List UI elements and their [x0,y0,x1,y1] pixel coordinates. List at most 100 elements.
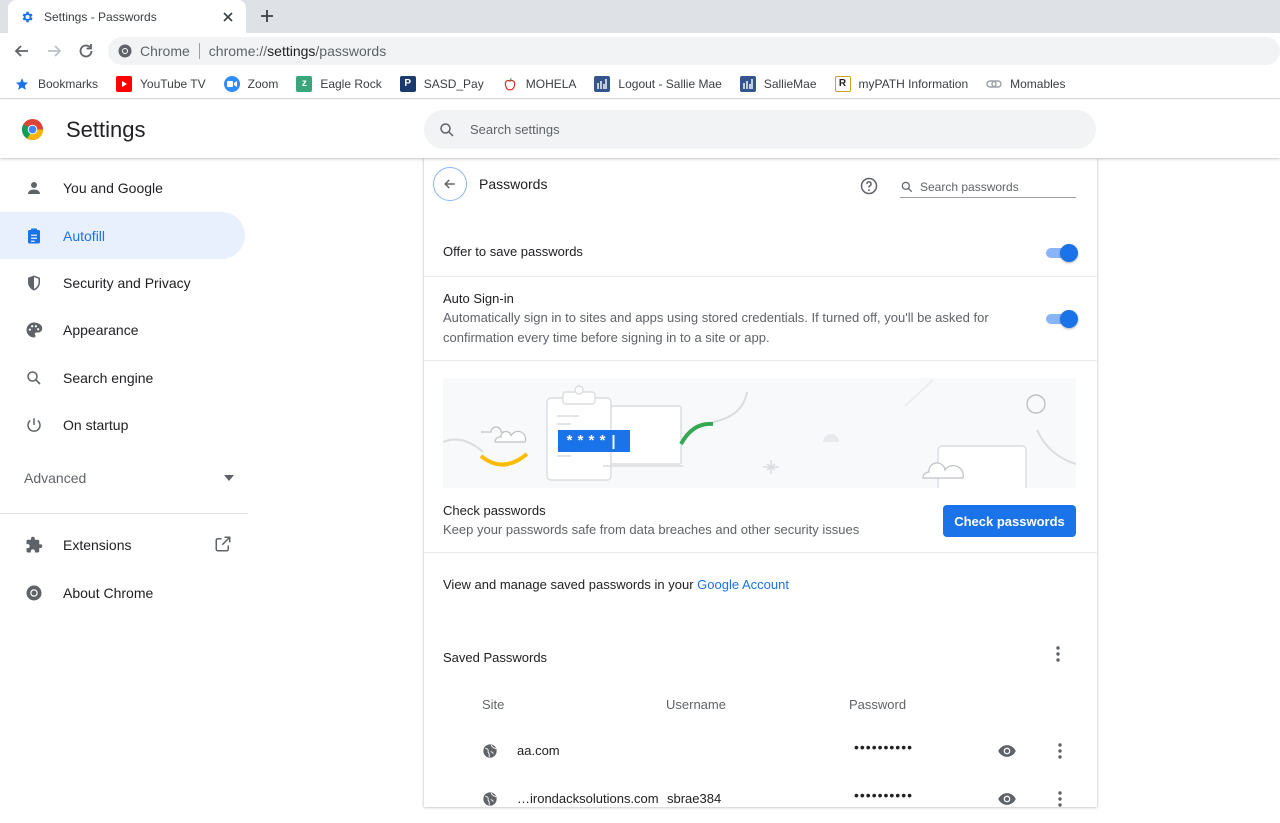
table-row: aa.com •••••••••• [424,727,1097,775]
sidebar-item-label: Extensions [63,536,132,553]
back-arrow-icon [444,179,455,189]
auto-signin-toggle[interactable] [1046,310,1078,328]
help-icon[interactable] [859,176,879,196]
check-passwords-illustration: ****| [443,378,1076,488]
search-settings-input[interactable] [470,122,970,137]
sidebar-item-security-and-privacy[interactable]: Security and Privacy [0,259,245,306]
bookmark-label: MOHELA [525,76,577,91]
eye-icon[interactable] [997,741,1017,761]
bookmark-item[interactable]: P SASD_Pay [399,75,484,92]
check-passwords-description: Keep your passwords safe from data breac… [443,522,860,537]
back-arrow-icon[interactable] [12,41,32,61]
bookmark-label: SallieMae [763,76,817,91]
apple-icon [502,76,518,92]
bookmark-label: SASD_Pay [423,76,484,91]
bookmark-label: Logout - Sallie Mae [618,76,722,91]
bookmark-item[interactable]: YouTube TV [116,75,206,92]
omnibox-host: Chrome [140,43,190,59]
power-icon [24,415,44,435]
globe-icon [483,744,497,758]
divider [424,360,1097,361]
google-account-link[interactable]: Google Account [697,577,789,592]
bookmark-label: Momables [1010,76,1066,91]
bookmark-item[interactable]: Logout - Sallie Mae [594,75,722,92]
sidebar-item-you-and-google[interactable]: You and Google [0,164,245,211]
sidebar-divider [0,513,248,514]
password-cell: •••••••••• [854,787,914,803]
search-passwords-box[interactable] [900,176,1076,198]
salliemae-icon [594,75,611,92]
more-vert-icon[interactable] [1048,644,1068,664]
sidebar-item-about-chrome[interactable]: About Chrome [0,569,245,616]
forward-arrow-icon[interactable] [44,41,64,61]
bookmark-label: Zoom [247,76,279,91]
sidebar-item-label: Appearance [63,321,139,338]
illustration-art: ****| [443,379,1076,488]
search-icon [440,122,454,137]
reload-icon[interactable] [76,41,96,61]
table-row: …irondacksolutions.com sbrae384 •••••••••• [424,775,1097,823]
bookmark-item[interactable]: Bookmarks [14,76,98,92]
settings-header: Settings [0,100,1280,158]
page-title: Settings [66,117,146,142]
saved-passwords-title: Saved Passwords [443,650,548,665]
section-title: Passwords [479,176,548,192]
globe-icon [483,792,497,806]
check-passwords-button[interactable]: Check passwords [943,505,1076,537]
close-icon[interactable] [220,9,236,25]
chrome-logo-icon [21,118,44,141]
banner-masked-text: ****| [565,434,620,451]
sidebar-item-label: About Chrome [63,584,154,601]
bookmark-item[interactable]: Zoom [223,75,279,92]
eye-icon[interactable] [997,789,1017,809]
more-vert-icon[interactable] [1050,741,1070,761]
check-passwords-title: Check passwords [443,503,546,518]
bookmark-item[interactable]: SallieMae [739,75,817,92]
site-cell[interactable]: …irondacksolutions.com [517,791,659,806]
sidebar-item-extensions[interactable]: Extensions [0,521,245,568]
divider [424,276,1097,277]
chrome-icon [24,583,44,603]
youtube-icon [116,75,133,92]
site-cell[interactable]: aa.com [517,743,560,758]
sidebar-item-label: Search engine [63,369,154,386]
shield-icon [24,273,44,293]
more-vert-icon[interactable] [1050,789,1070,809]
address-bar[interactable]: Chrome chrome://settings/passwords [108,37,1280,65]
salliemae-icon [739,75,756,92]
sidebar-item-appearance[interactable]: Appearance [0,306,245,353]
sidebar-item-label: Autofill [63,227,106,244]
column-header-username: Username [666,697,726,712]
search-icon [24,368,44,388]
chrome-icon [118,44,132,58]
advanced-label: Advanced [24,470,87,486]
offer-save-toggle[interactable] [1046,244,1078,262]
sidebar-item-search-engine[interactable]: Search engine [0,354,245,401]
tab-strip: Settings - Passwords [0,0,1280,33]
p-icon: P [399,75,416,92]
sidebar-advanced-toggle[interactable]: Advanced [24,470,234,486]
search-settings-box[interactable] [424,110,1096,149]
offer-save-label: Offer to save passwords [443,244,583,259]
bookmark-item[interactable]: RmyPATH Information [834,75,969,92]
bookmark-item[interactable]: z Eagle Rock [296,75,382,92]
column-header-site: Site [482,697,505,712]
tab-settings-passwords[interactable]: Settings - Passwords [8,0,246,33]
auto-signin-label: Auto Sign-in [443,291,514,306]
r-icon: R [834,75,851,92]
sidebar-item-on-startup[interactable]: On startup [0,401,245,448]
search-passwords-input[interactable] [920,179,1070,194]
sidebar-item-autofill[interactable]: Autofill [0,212,245,259]
bookmark-label: myPATH Information [858,76,969,91]
new-tab-icon[interactable] [257,6,277,26]
back-button[interactable] [433,167,467,201]
palette-icon [24,320,44,340]
bookmark-item[interactable]: Momables [986,76,1065,92]
sidebar-item-label: Security and Privacy [63,274,191,291]
toolbar: Chrome chrome://settings/passwords [0,33,1280,69]
bookmark-item[interactable]: MOHELA [502,76,577,92]
omnibox-separator [198,43,200,59]
sidebar-item-label: On startup [63,416,129,433]
toggle-knob [1060,244,1078,262]
sidebar: You and Google Autofill Security and Pri… [0,158,260,807]
